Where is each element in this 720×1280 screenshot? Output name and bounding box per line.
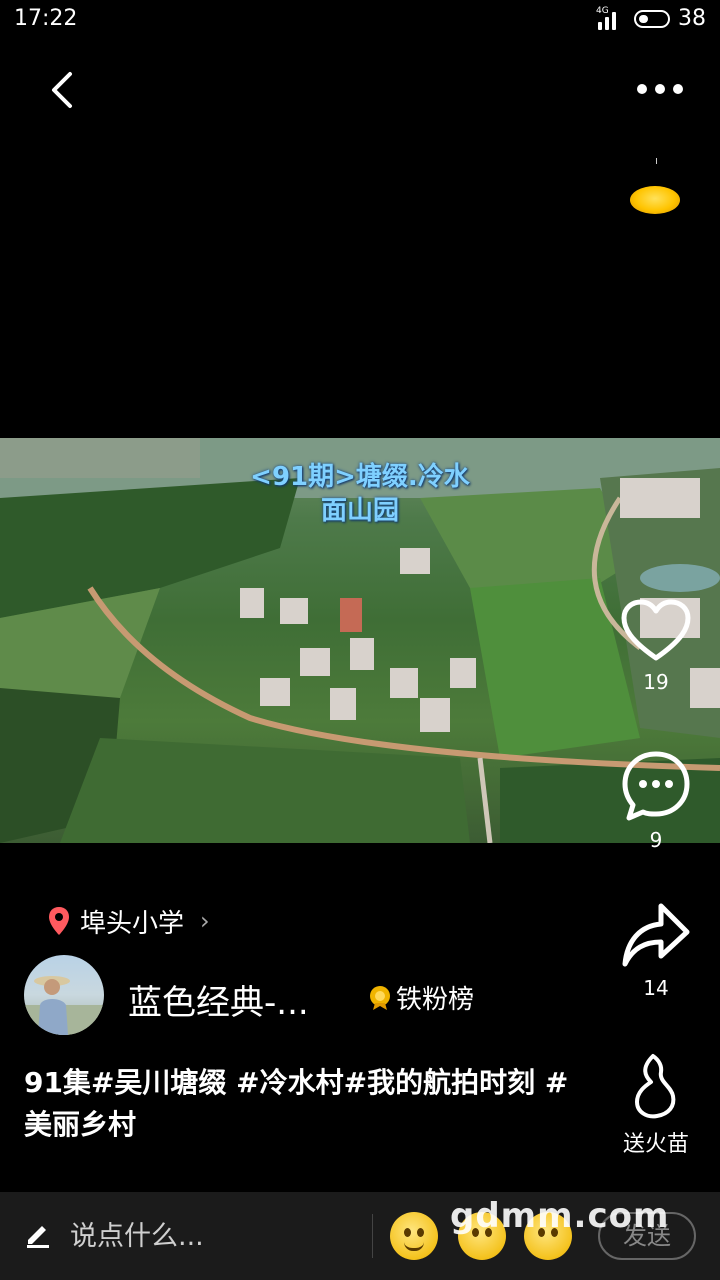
- comment-count: 9: [649, 828, 663, 852]
- location-pin-icon: [49, 907, 69, 935]
- send-fire-label: 送火苗: [622, 1132, 689, 1157]
- signal-icon: 4G: [596, 6, 626, 30]
- battery-level: 38: [678, 6, 706, 31]
- status-time: 17:22: [14, 6, 78, 31]
- watermark: gdmm.com: [450, 1196, 670, 1236]
- overlay-title-line1: <91期>塘缀.冷水: [250, 462, 470, 492]
- comment-button[interactable]: 9: [616, 750, 696, 852]
- share-count: 14: [643, 976, 669, 1000]
- share-arrow-icon: [622, 903, 690, 967]
- comment-placeholder: 说点什么...: [70, 1221, 204, 1252]
- video-overlay-title: <91期>塘缀.冷水 面山园: [0, 460, 720, 528]
- avatar[interactable]: [24, 955, 104, 1035]
- location-name: 埠头小学: [80, 908, 185, 939]
- battery-icon: [634, 9, 670, 28]
- chevron-right-icon: ›: [200, 907, 210, 935]
- top-bar: [0, 60, 720, 120]
- comment-bubble-icon: [622, 751, 690, 821]
- status-bar: 17:22 4G 38: [0, 0, 720, 40]
- comment-input[interactable]: 说点什么...: [24, 1214, 204, 1253]
- gold-coin-icon[interactable]: [630, 186, 680, 214]
- smile-emoji-icon[interactable]: [390, 1212, 438, 1260]
- medal-icon: [370, 985, 390, 1010]
- send-fire-button[interactable]: 送火苗: [606, 1052, 706, 1158]
- video-player[interactable]: <91期>塘缀.冷水 面山园: [0, 438, 720, 843]
- chevron-left-icon: [52, 72, 72, 108]
- share-button[interactable]: 14: [616, 900, 696, 1000]
- video-caption[interactable]: 91集#吴川塘缀 #冷水村#我的航拍时刻 #美丽乡村: [24, 1062, 584, 1146]
- avatar-image: [24, 976, 104, 1035]
- fans-rank-label: 铁粉榜: [396, 985, 475, 1015]
- location-tag[interactable]: 埠头小学 ›: [48, 903, 210, 939]
- divider: [372, 1214, 373, 1258]
- flame-icon: [635, 1054, 676, 1119]
- more-button[interactable]: [630, 74, 690, 104]
- overlay-title-line2: 面山园: [320, 496, 399, 526]
- status-icons: 4G 38: [596, 6, 706, 32]
- author-name[interactable]: 蓝色经典-...: [128, 975, 309, 1024]
- heart-icon: [621, 599, 691, 661]
- back-button[interactable]: [40, 66, 88, 114]
- pencil-icon: [27, 1225, 49, 1248]
- fans-rank-badge[interactable]: 铁粉榜: [368, 979, 474, 1016]
- coin-string: [656, 158, 657, 164]
- more-dots-icon: [637, 84, 647, 94]
- like-count: 19: [643, 670, 669, 694]
- like-button[interactable]: 19: [616, 598, 696, 694]
- author-row: 蓝色经典-... 铁粉榜: [24, 955, 604, 1037]
